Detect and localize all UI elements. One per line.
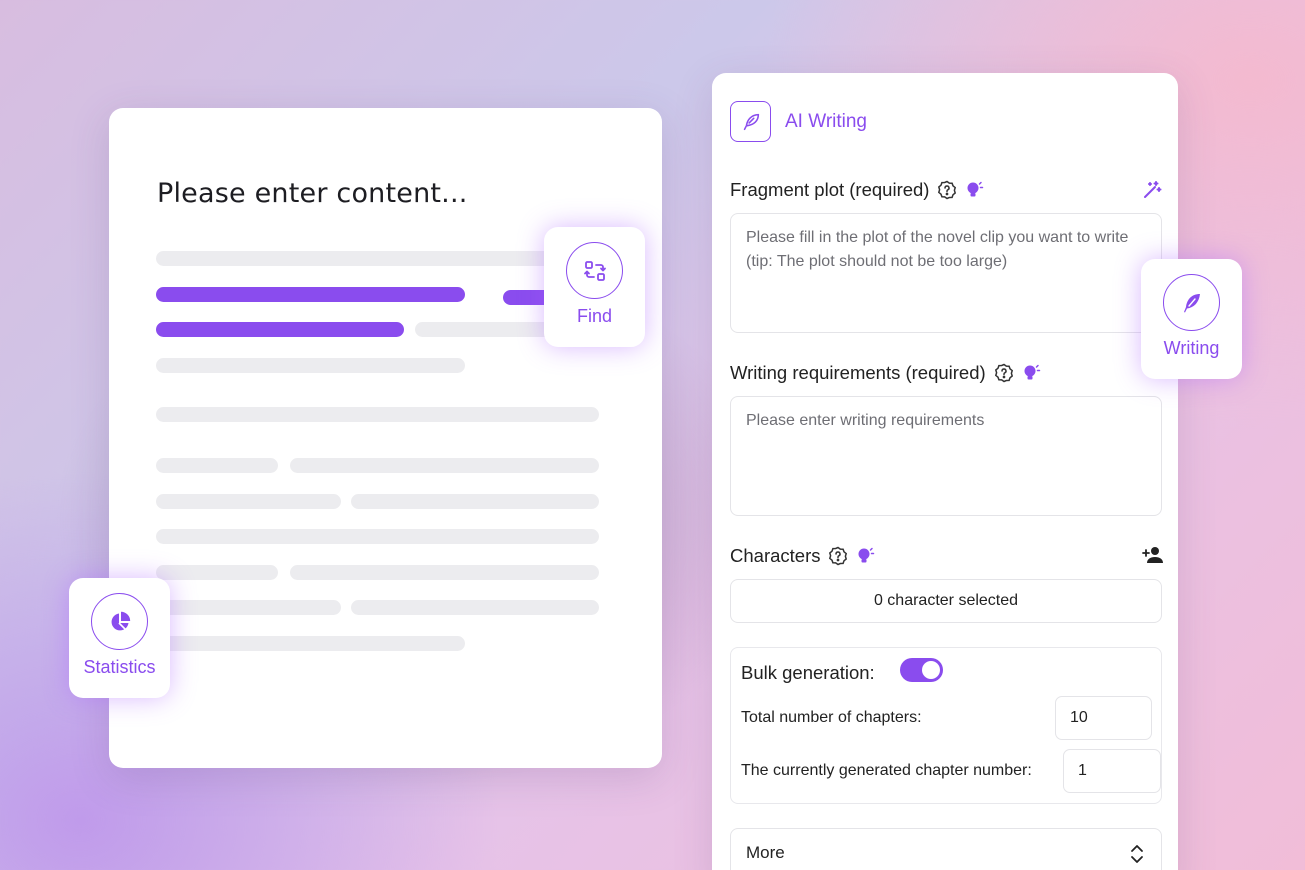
panel-title: AI Writing [785,111,868,132]
find-tool-button[interactable]: Find [544,227,645,347]
fragment-plot-label-text: Fragment plot (required) [730,179,930,200]
statistics-label: Statistics [83,657,156,677]
skeleton-line [156,494,341,509]
total-chapters-input[interactable]: 10 [1055,696,1152,740]
skeleton-line [156,600,341,615]
help-icon[interactable] [828,546,848,566]
bulb-icon[interactable] [1022,363,1042,383]
skeleton-line [290,458,599,473]
bulb-icon[interactable] [856,546,876,566]
bulb-icon[interactable] [965,180,985,200]
skeleton-line [156,565,278,580]
bulk-generation-label: Bulk generation: [741,662,875,683]
help-icon[interactable] [937,180,957,200]
editor-placeholder-title[interactable]: Please enter content... [157,178,468,209]
statistics-tool-button[interactable]: Statistics [69,578,170,698]
bulk-generation-section: Bulk generation: Total number of chapter… [730,647,1162,804]
bulk-generation-toggle[interactable] [900,658,943,682]
feather-icon [1183,293,1200,312]
find-icon-circle [566,242,623,299]
current-chapter-label: The currently generated chapter number: [741,762,1032,779]
feather-icon [743,113,759,130]
add-person-icon[interactable] [1142,545,1164,565]
skeleton-line [156,407,599,422]
ai-writing-logo [730,101,771,142]
characters-select[interactable]: 0 character selected [730,579,1162,623]
skeleton-line [415,322,555,337]
skeleton-line [156,251,556,266]
characters-label-text: Characters [730,545,821,566]
highlighted-line [156,322,404,337]
pie-chart-icon [111,611,130,630]
characters-label: Characters [730,545,876,567]
writing-requirements-textarea[interactable]: Please enter writing requirements [730,396,1162,516]
find-label: Find [576,306,612,326]
skeleton-line [351,600,599,615]
toggle-knob [922,661,940,679]
skeleton-line [156,529,599,544]
fragment-plot-label: Fragment plot (required) [730,179,985,201]
skeleton-line [351,494,599,509]
skeleton-line [156,358,465,373]
total-chapters-label: Total number of chapters: [741,709,922,726]
fragment-plot-textarea[interactable]: Please fill in the plot of the novel cli… [730,213,1162,333]
highlighted-line [156,287,465,302]
writing-requirements-label-text: Writing requirements (required) [730,362,986,383]
editor-card: Please enter content... [109,108,662,768]
chevron-up-down-icon [1131,845,1143,863]
skeleton-line [290,565,599,580]
help-icon[interactable] [994,363,1014,383]
writing-tool-button[interactable]: Writing [1141,259,1242,379]
current-chapter-input[interactable]: 1 [1063,749,1161,793]
writing-requirements-label: Writing requirements (required) [730,362,1042,384]
more-label: More [746,843,785,862]
statistics-icon-circle [91,593,148,650]
writing-icon-circle [1163,274,1220,331]
swap-icon [583,260,606,281]
skeleton-line [156,458,278,473]
ai-writing-panel: AI Writing Fragment plot (required) Plea… [712,73,1178,870]
more-options-select[interactable]: More [730,828,1162,870]
skeleton-line [156,636,465,651]
writing-label: Writing [1163,338,1220,358]
magic-wand-icon[interactable] [1142,180,1162,200]
